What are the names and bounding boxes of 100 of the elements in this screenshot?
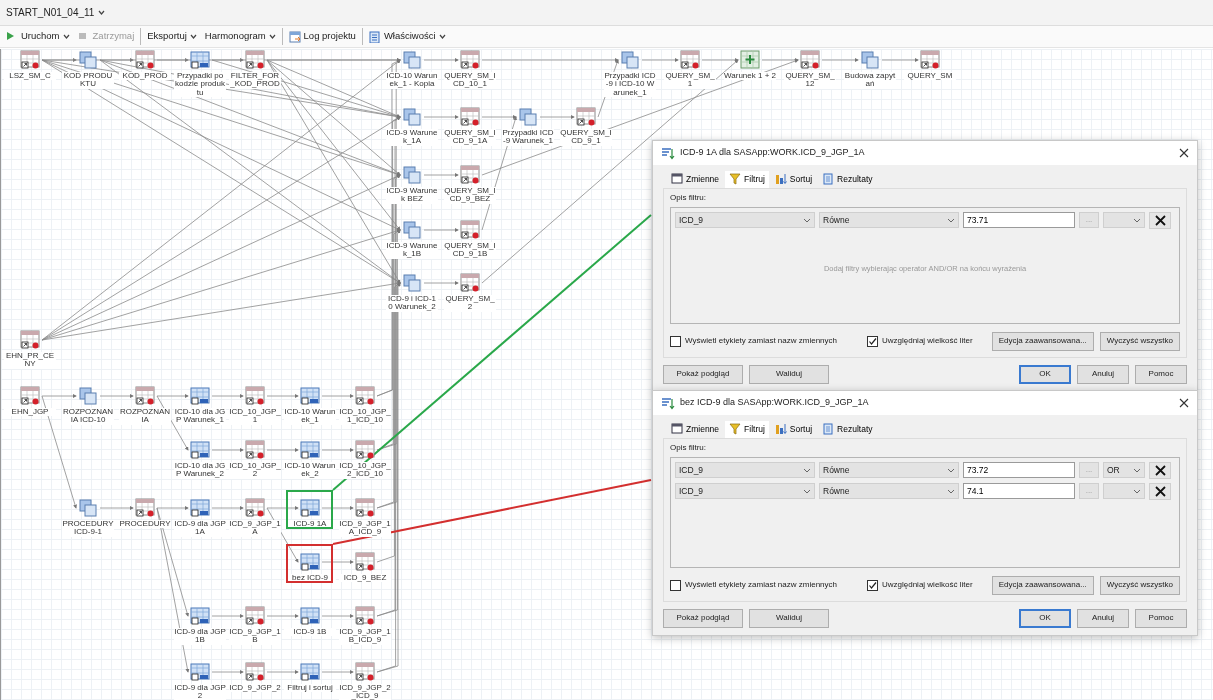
dialog-tab[interactable]: Sortuj: [770, 171, 817, 188]
dialog-button[interactable]: Pokaż podgląd: [663, 364, 743, 384]
table-icon: [20, 386, 40, 406]
table-icon: [245, 498, 265, 518]
filter-caption: Opis filtru:: [670, 441, 707, 454]
operator-dropdown[interactable]: Równe: [819, 212, 959, 229]
dialog-button[interactable]: OK: [1019, 364, 1071, 384]
checkbox[interactable]: [670, 579, 681, 591]
close-icon: [1179, 148, 1189, 158]
value-field[interactable]: 73.72: [963, 462, 1075, 479]
stacked-squares-icon: [402, 273, 422, 293]
table-icon: [135, 498, 155, 518]
node-label: QUERY_SM_ICD_9_1A: [444, 129, 496, 146]
table-icon: [245, 440, 265, 460]
dialog-button[interactable]: Edycja zaawansowana...: [991, 575, 1094, 595]
toolbar-button[interactable]: Harmonogram: [202, 28, 278, 45]
node-label: FILTER_FOR_KOD_PROD: [229, 72, 281, 89]
stacked-squares-icon: [78, 386, 98, 406]
chevron-icon: [1133, 488, 1141, 494]
stacked-squares-icon: [78, 498, 98, 518]
column-dropdown[interactable]: ICD_9: [675, 212, 815, 229]
dialog-button[interactable]: Waliduj: [749, 364, 829, 384]
chevron-icon: [947, 488, 955, 494]
dialog-button[interactable]: Wyczyść wszystko: [1099, 331, 1180, 351]
dialog-button[interactable]: Wyczyść wszystko: [1099, 575, 1180, 595]
stacked-squares-icon: [860, 50, 880, 70]
table-icon: [355, 552, 375, 572]
toolbar-button[interactable]: Właściwości: [361, 28, 448, 45]
toolbar-button[interactable]: Log projektu: [281, 28, 358, 45]
operator-dropdown[interactable]: Równe: [819, 483, 959, 500]
grid-icon: [300, 606, 320, 626]
table-icon: [245, 606, 265, 626]
checkbox[interactable]: [867, 579, 878, 591]
stacked-squares-icon: [620, 50, 640, 70]
grid-icon: [190, 498, 210, 518]
table-icon: [355, 606, 375, 626]
dialog-tab[interactable]: Zmienne: [667, 421, 724, 438]
stacked-squares-icon: [402, 107, 422, 127]
filter-caption: Opis filtru:: [670, 191, 707, 204]
table-icon: [460, 165, 480, 185]
value-field[interactable]: 74.1: [963, 483, 1075, 500]
dialog-tab[interactable]: Rezultaty: [818, 171, 877, 188]
table-icon: [460, 50, 480, 70]
stacked-squares-icon: [402, 50, 422, 70]
table-icon: [20, 50, 40, 70]
dialog-button[interactable]: Waliduj: [749, 608, 829, 628]
document-icon: [822, 173, 835, 186]
dialog-tab[interactable]: Rezultaty: [818, 421, 877, 438]
node-label: Przypadki ICD-9 Warunek_1: [502, 129, 554, 146]
checkbox-option[interactable]: Wyświetl etykiety zamiast nazw zmiennych: [670, 579, 837, 592]
checkbox-option[interactable]: Uwzględniaj wielkość liter: [867, 579, 973, 592]
node-label: ICD-9 Warunek_1B: [386, 242, 438, 259]
dialog-button[interactable]: OK: [1019, 608, 1071, 628]
table-icon: [460, 220, 480, 240]
checkbox[interactable]: [670, 335, 681, 347]
caret-icon: [98, 10, 106, 15]
dialog-button[interactable]: Pomoc: [1135, 608, 1187, 628]
filter-sort-icon: [661, 146, 675, 160]
delete-button[interactable]: [1149, 461, 1171, 479]
delete-button[interactable]: [1149, 482, 1171, 500]
checkbox-option[interactable]: Uwzględniaj wielkość liter: [867, 335, 973, 348]
toolbar-button[interactable]: Uruchom: [4, 28, 72, 45]
grid-icon: [190, 386, 210, 406]
checkbox-option[interactable]: Wyświetl etykiety zamiast nazw zmiennych: [670, 335, 837, 348]
dialog-button[interactable]: Anuluj: [1077, 364, 1129, 384]
column-dropdown[interactable]: ICD_9: [675, 483, 815, 500]
node-label: PROCEDURY: [119, 520, 171, 529]
dialog-button[interactable]: Pomoc: [1135, 364, 1187, 384]
dialog-tab[interactable]: Filtruj: [725, 171, 769, 188]
node-label: Przypadki po kodzie produktu: [174, 72, 226, 98]
node-label: Budowa zapytań: [844, 72, 896, 89]
grid-icon: [300, 498, 320, 518]
close-button[interactable]: [1179, 148, 1189, 158]
grid-icon: [300, 386, 320, 406]
document-tab-title[interactable]: START_N01_04_11: [6, 5, 95, 20]
delete-button[interactable]: [1149, 211, 1171, 229]
operator-dropdown[interactable]: Równe: [819, 462, 959, 479]
chevron-icon: [947, 217, 955, 223]
dialog-button[interactable]: Edycja zaawansowana...: [991, 331, 1094, 351]
sort-icon: [774, 173, 787, 186]
dialog-tab[interactable]: Sortuj: [770, 421, 817, 438]
table-icon: [355, 386, 375, 406]
dialog-button[interactable]: Anuluj: [1077, 608, 1129, 628]
toolbar-button[interactable]: Eksportuj: [140, 28, 199, 45]
connector-dropdown[interactable]: OR: [1103, 462, 1145, 479]
dialog-tab[interactable]: Filtruj: [725, 421, 769, 438]
node-label: ICD-10 Warunek_1: [284, 408, 336, 425]
value-field[interactable]: 73.71: [963, 212, 1075, 229]
node-label: ICD-9 1B: [284, 628, 336, 637]
node-label: ICD-10 dla JGP Warunek_1: [174, 408, 226, 425]
checkbox[interactable]: [867, 335, 878, 347]
dialog-tab[interactable]: Zmienne: [667, 171, 724, 188]
close-button[interactable]: [1179, 398, 1189, 408]
node-label: ICD_9_JGP_1A_ICD_9: [339, 520, 391, 537]
node-label: EHN_JGP: [4, 408, 56, 417]
dialog-button[interactable]: Pokaż podgląd: [663, 608, 743, 628]
table-icon: [355, 662, 375, 682]
node-label: LSZ_SM_C: [4, 72, 56, 81]
node-label: QUERY_SM_12: [784, 72, 836, 89]
column-dropdown[interactable]: ICD_9: [675, 462, 815, 479]
